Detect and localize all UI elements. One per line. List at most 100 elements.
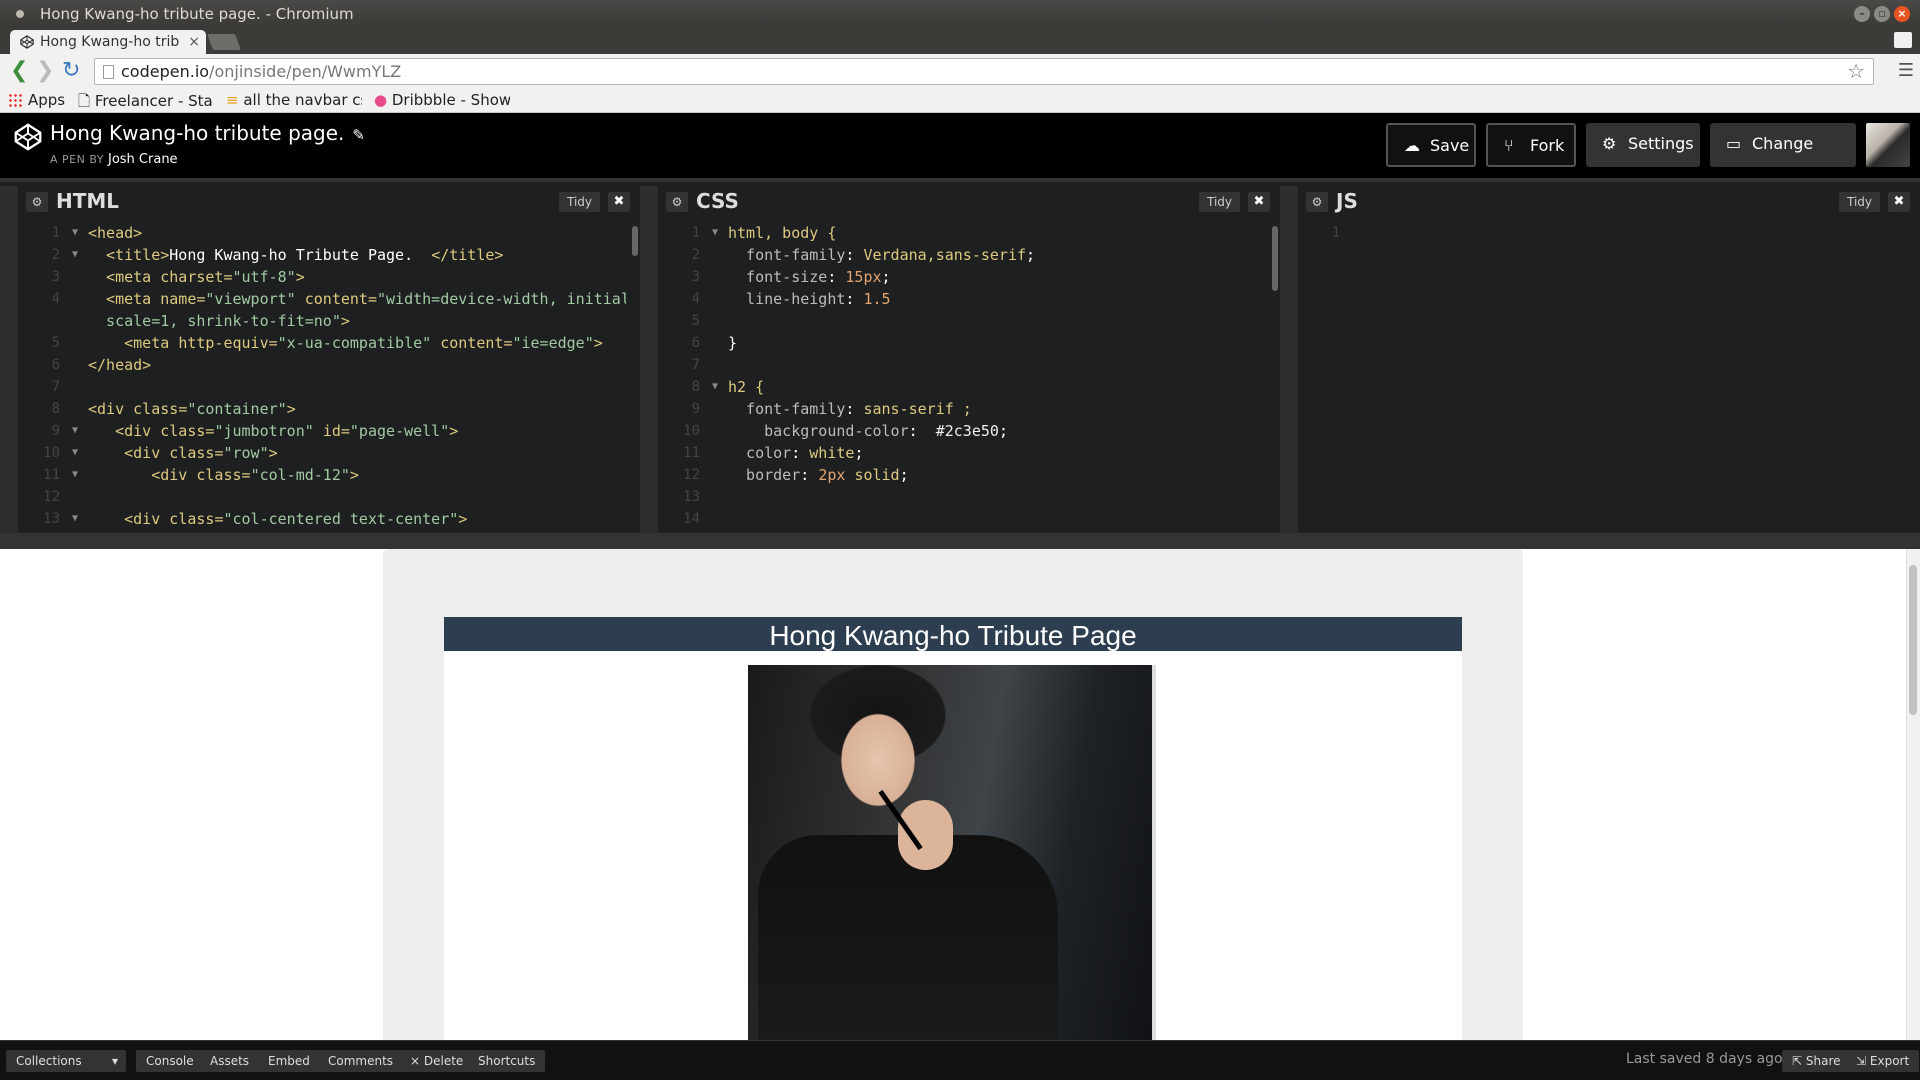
back-icon[interactable]: ❮: [10, 60, 28, 82]
bookmark-navbar-css[interactable]: ≡ all the navbar css: [226, 91, 362, 109]
codepen-logo-icon[interactable]: [14, 123, 42, 151]
fold-arrow-icon[interactable]: ▼: [72, 222, 78, 244]
profile-icon[interactable]: [1894, 32, 1912, 48]
fold-arrow-icon[interactable]: ▼: [712, 376, 718, 398]
js-code-editor[interactable]: 1: [1298, 222, 1906, 537]
fold-arrow-icon[interactable]: ▼: [72, 420, 78, 442]
js-settings-gear-icon[interactable]: ⚙: [1306, 192, 1328, 212]
export-button[interactable]: ⇲ Export: [1846, 1050, 1920, 1072]
code-token: >: [449, 422, 459, 440]
line-number: 9: [691, 401, 700, 417]
code-line: 13: [658, 486, 1266, 508]
code-text: <div class="col-md-12">: [88, 464, 359, 486]
fold-arrow-icon[interactable]: ▼: [72, 508, 78, 530]
code-line: 2 ▼ <title>Hong Kwang-ho Tribute Page. </…: [18, 244, 626, 266]
code-token: class: [160, 422, 206, 440]
code-token: <div: [88, 444, 170, 462]
maximize-icon[interactable]: ▫: [1874, 6, 1890, 22]
js-tidy-button[interactable]: Tidy: [1838, 192, 1880, 212]
fold-arrow-icon[interactable]: ▼: [712, 222, 718, 244]
code-token: #2c3e50: [935, 422, 999, 440]
css-code-editor[interactable]: 1 ▼ html, body {2 font-family: Verdana,san…: [658, 222, 1266, 537]
code-line: 5: [658, 310, 1266, 332]
css-editor-scrollbar[interactable]: [1272, 226, 1278, 291]
line-number: 13: [683, 489, 700, 505]
forward-icon[interactable]: ❯: [36, 60, 54, 82]
line-number: 1: [51, 225, 60, 241]
code-token: >: [593, 334, 603, 352]
css-settings-gear-icon[interactable]: ⚙: [666, 192, 688, 212]
user-avatar[interactable]: [1866, 123, 1910, 167]
css-collapse-icon[interactable]: ✖: [1248, 192, 1270, 212]
line-number: 10: [43, 445, 60, 461]
edit-pencil-icon[interactable]: ✎: [352, 126, 365, 144]
fold-arrow-icon[interactable]: ▼: [72, 464, 78, 486]
code-token: <title>: [88, 246, 170, 264]
css-tidy-button[interactable]: Tidy: [1198, 192, 1240, 212]
photo-hand-shape: [898, 800, 953, 870]
save-button[interactable]: ☁ Save: [1386, 123, 1476, 167]
code-text: <div class="row">: [88, 442, 278, 464]
codepen-footer: Collections ▾ Console Assets Embed Comme…: [0, 1040, 1920, 1080]
fold-arrow-icon[interactable]: ▼: [72, 244, 78, 266]
window-titlebar: Hong Kwang-ho tribute page. - Chromium –…: [0, 0, 1920, 28]
settings-button[interactable]: ⚙ Settings: [1586, 123, 1700, 167]
minimize-icon[interactable]: –: [1854, 6, 1870, 22]
embed-button[interactable]: Embed: [258, 1050, 320, 1072]
change-view-button[interactable]: ▭Change View: [1710, 123, 1856, 195]
browser-tab[interactable]: Hong Kwang-ho trib ×: [10, 30, 206, 54]
comments-button[interactable]: Comments: [318, 1050, 404, 1072]
pen-title[interactable]: Hong Kwang-ho tribute page. ✎: [50, 121, 365, 145]
html-settings-gear-icon[interactable]: ⚙: [26, 192, 48, 212]
code-text: <meta charset="utf-8">: [88, 266, 305, 288]
reload-icon[interactable]: ↻: [62, 60, 80, 82]
code-token: =: [367, 290, 377, 308]
new-tab-button[interactable]: [207, 34, 241, 50]
code-token: name: [160, 290, 197, 308]
html-code-editor[interactable]: 1 ▼ <head> 2 ▼ <title>Hong Kwang-ho Tribute …: [18, 222, 626, 537]
line-number: 2: [51, 247, 60, 263]
address-bar[interactable]: codepen.io/onjinside/pen/WwmYLZ ☆: [94, 58, 1874, 85]
url-host: codepen.io: [121, 62, 210, 81]
window-menu-icon[interactable]: [16, 10, 24, 18]
code-text: <meta name="viewport" content="width=dev…: [88, 288, 626, 310]
preview-scrollbar[interactable]: [1906, 549, 1920, 1040]
fold-arrow-icon[interactable]: ▼: [72, 442, 78, 464]
js-collapse-icon[interactable]: ✖: [1888, 192, 1910, 212]
code-line: 10 ▼ <div class="row">: [18, 442, 626, 464]
code-token: solid: [854, 466, 900, 484]
fork-button[interactable]: ⑂ Fork: [1486, 123, 1576, 167]
code-token: :: [908, 422, 936, 440]
code-token: :: [827, 268, 846, 286]
codepen-favicon-icon: [20, 35, 34, 49]
bookmark-star-icon[interactable]: ☆: [1847, 59, 1865, 84]
html-editor-pane: ⚙ HTML Tidy ✖ 1 ▼ <head> 2 ▼ <title>Hong Kwa…: [18, 186, 640, 537]
bookmark-apps[interactable]: Apps: [8, 91, 65, 109]
tab-close-icon[interactable]: ×: [188, 30, 200, 54]
collections-dropdown[interactable]: Collections ▾: [6, 1050, 126, 1072]
code-token: "container": [187, 400, 287, 418]
code-text: scale=1, shrink-to-fit=no">: [88, 310, 350, 332]
browser-menu-icon[interactable]: ☰: [1898, 60, 1914, 81]
html-tidy-button[interactable]: Tidy: [558, 192, 600, 212]
console-button[interactable]: Console: [136, 1050, 204, 1072]
delete-button[interactable]: × Delete: [400, 1050, 474, 1072]
editor-resize-handle[interactable]: [640, 186, 658, 537]
code-token: class: [169, 510, 215, 528]
bookmark-dribbble[interactable]: ● Dribbble - Show: [374, 91, 510, 109]
html-editor-scrollbar[interactable]: [632, 226, 638, 256]
share-button[interactable]: ⇱ Share: [1782, 1050, 1851, 1072]
page-icon: [103, 65, 114, 79]
pen-author-link[interactable]: Josh Crane: [108, 152, 178, 167]
code-token: <meta: [88, 290, 161, 308]
fork-icon: ⑂: [1504, 136, 1514, 155]
preview-scroll-thumb[interactable]: [1909, 565, 1917, 715]
code-token: "col-md-12": [250, 466, 350, 484]
shortcuts-button[interactable]: Shortcuts: [468, 1050, 546, 1072]
code-line: 12: [18, 486, 626, 508]
code-token: html, body {: [728, 224, 837, 242]
close-window-icon[interactable]: ×: [1894, 6, 1910, 22]
assets-button[interactable]: Assets: [200, 1050, 260, 1072]
html-collapse-icon[interactable]: ✖: [608, 192, 630, 212]
editor-resize-handle[interactable]: [1280, 186, 1298, 537]
